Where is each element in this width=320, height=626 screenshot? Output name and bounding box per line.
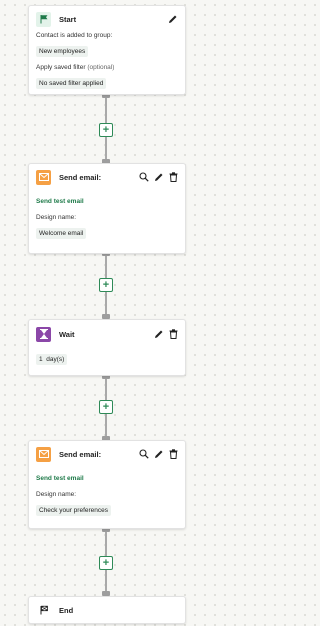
end-step-card: End [28, 596, 186, 624]
add-step-button[interactable]: + [99, 556, 113, 570]
trash-icon[interactable] [169, 172, 178, 182]
end-step-title: End [59, 605, 74, 615]
design-name-label: Design name: [36, 491, 77, 498]
start-step-title: Start [59, 14, 77, 24]
send-email-step-title: Send email: [59, 449, 102, 459]
design-name-value: Check your preferences [36, 505, 112, 516]
pencil-icon[interactable] [154, 449, 164, 459]
send-test-email-link[interactable]: Send test email [36, 475, 178, 482]
send-email-step-card[interactable]: Send email: Send test email Design name:… [28, 440, 186, 529]
add-step-button[interactable]: + [99, 123, 113, 137]
send-email-step-title: Send email: [59, 172, 102, 182]
filter-optional-text: (optional) [87, 64, 115, 71]
add-step-button[interactable]: + [99, 400, 113, 414]
pencil-icon[interactable] [168, 14, 178, 24]
filter-label: Apply saved filter (optional) [36, 64, 178, 72]
start-step-card[interactable]: Start Contact is added to group: New emp… [28, 5, 186, 95]
filter-label-text: Apply saved filter [36, 64, 86, 71]
magnifier-icon[interactable] [139, 172, 149, 182]
trash-icon[interactable] [169, 449, 178, 459]
design-name-value: Welcome email [36, 228, 87, 239]
hourglass-icon [36, 326, 51, 342]
add-step-button[interactable]: + [99, 278, 113, 292]
envelope-icon [36, 446, 51, 462]
envelope-icon [36, 169, 51, 185]
wait-step-card[interactable]: Wait 1 day(s) [28, 319, 186, 376]
magnifier-icon[interactable] [139, 449, 149, 459]
filter-value: No saved filter applied [36, 78, 107, 89]
wait-unit: day(s) [46, 356, 65, 363]
pencil-icon[interactable] [154, 329, 164, 339]
design-name-label: Design name: [36, 214, 77, 221]
wait-step-title: Wait [59, 329, 75, 339]
trigger-group-value: New employees [36, 46, 89, 57]
checkered-flag-icon [36, 602, 51, 618]
wait-amount: 1 [39, 356, 43, 363]
trash-icon[interactable] [169, 329, 178, 339]
send-test-email-link[interactable]: Send test email [36, 198, 178, 205]
trigger-label: Contact is added to group: [36, 32, 113, 39]
green-flag-icon [36, 11, 51, 27]
pencil-icon[interactable] [154, 172, 164, 182]
send-email-step-card[interactable]: Send email: Send test email Design name:… [28, 163, 186, 254]
wait-duration: 1 day(s) [36, 354, 68, 365]
